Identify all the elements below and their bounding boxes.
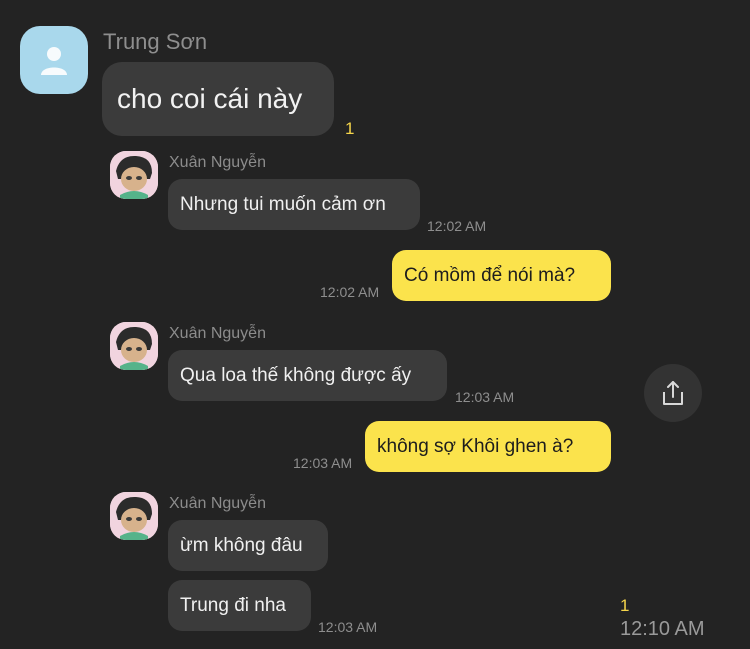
unread-count: 1	[620, 596, 630, 615]
message-bubble: ừm không đâu	[168, 520, 328, 571]
cartoon-avatar-icon	[110, 322, 158, 370]
message-time: 12:03 AM	[293, 455, 353, 471]
message-time: 12:03 AM	[318, 619, 378, 635]
avatar-xuan-nguyen[interactable]	[110, 492, 158, 540]
sender-name: Xuân Nguyễn	[169, 495, 266, 512]
message-bubble: Trung đi nha	[168, 580, 311, 631]
message-bubble[interactable]: cho coi cái này	[102, 62, 334, 136]
avatar-xuan-nguyen[interactable]	[110, 322, 158, 370]
avatar-xuan-nguyen[interactable]	[110, 151, 158, 199]
avatar-trung-son[interactable]	[20, 26, 88, 94]
message-time: 12:03 AM	[455, 389, 515, 405]
unread-count: 1	[345, 119, 355, 138]
message-bubble: Qua loa thế không được ấy	[168, 350, 447, 401]
message-bubble: Nhưng tui muốn cảm ơn	[168, 179, 420, 230]
my-message-bubble: không sợ Khôi ghen à?	[365, 421, 611, 472]
person-icon	[41, 47, 67, 75]
share-button[interactable]	[644, 364, 702, 422]
share-icon	[663, 381, 683, 405]
message-time: 12:10 AM	[620, 618, 705, 640]
sender-name: Trung Sơn	[103, 29, 208, 54]
my-message-bubble: Có mồm để nói mà?	[392, 250, 611, 301]
cartoon-avatar-icon	[110, 492, 158, 540]
cartoon-avatar-icon	[110, 151, 158, 199]
message-time: 12:02 AM	[427, 218, 487, 234]
sender-name: Xuân Nguyễn	[169, 325, 266, 342]
message-time: 12:02 AM	[320, 284, 380, 300]
sender-name: Xuân Nguyễn	[169, 154, 266, 171]
